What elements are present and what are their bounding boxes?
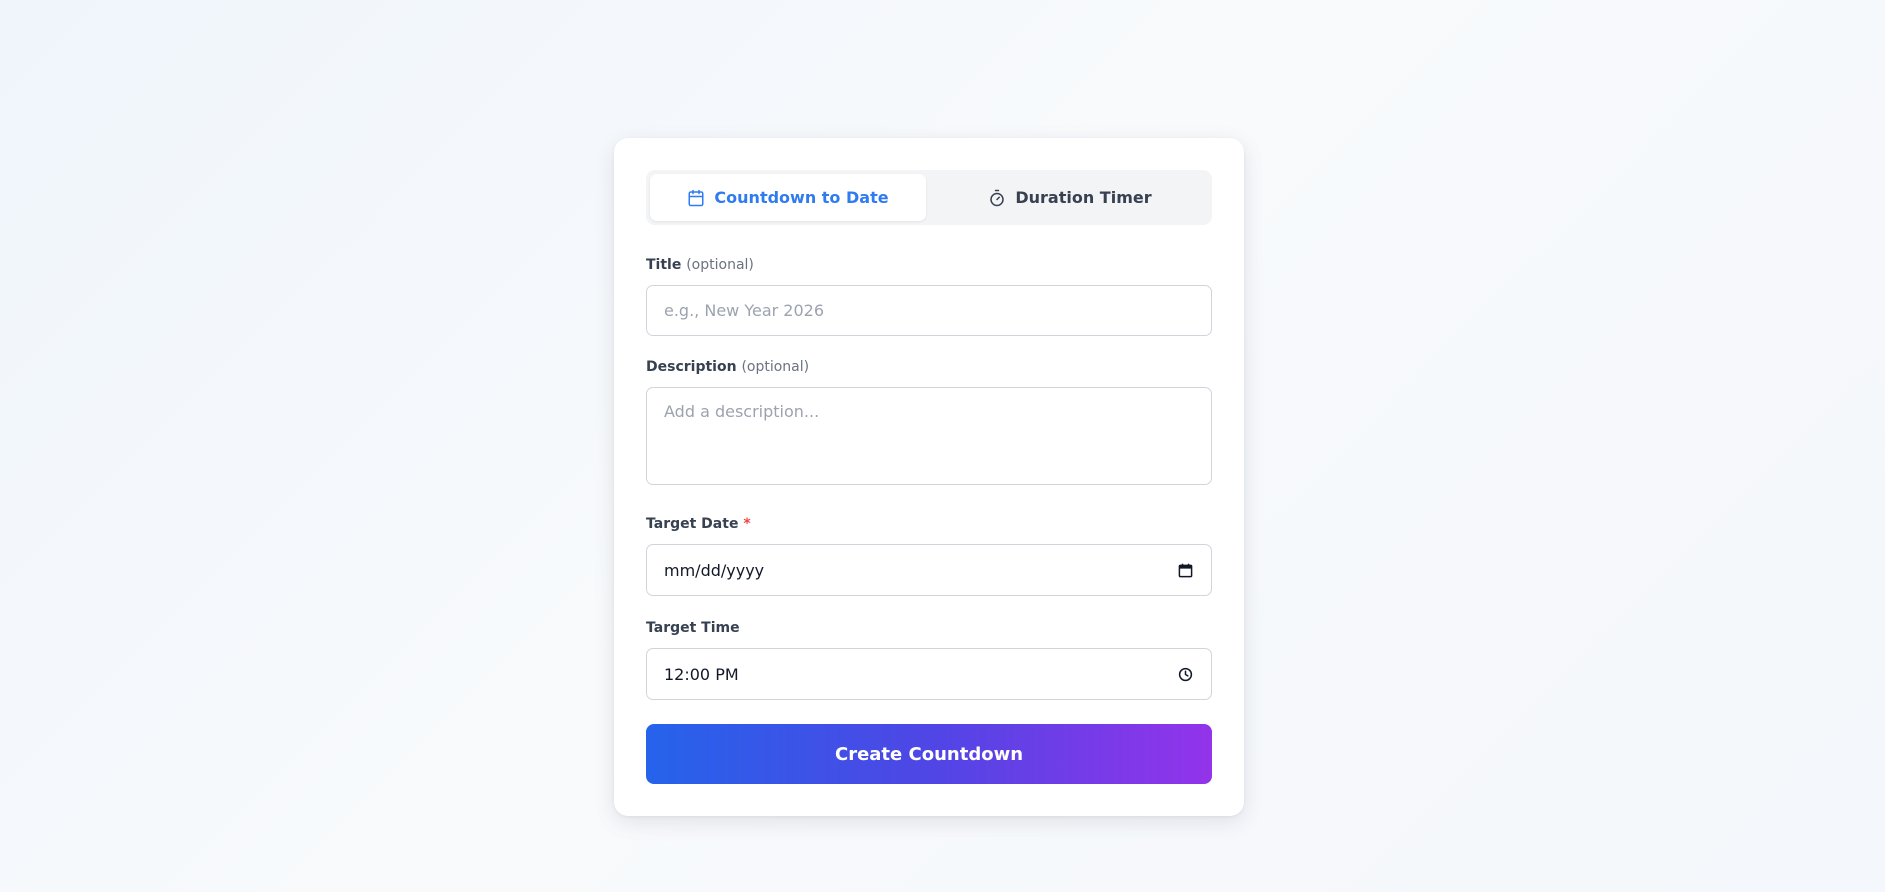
title-label: Title (optional): [646, 257, 754, 273]
stopwatch-icon: [988, 189, 1006, 207]
tab-label: Countdown to Date: [714, 188, 889, 207]
optional-hint: (optional): [741, 359, 810, 375]
target-date-label: Target Date *: [646, 516, 751, 532]
tab-countdown-to-date[interactable]: Countdown to Date: [650, 174, 926, 221]
title-input[interactable]: [646, 285, 1212, 336]
optional-hint: (optional): [686, 257, 754, 273]
required-marker: *: [743, 516, 751, 532]
target-time-label: Target Time: [646, 620, 740, 636]
time-value: 12:00 PM: [664, 664, 739, 684]
calendar-icon: [687, 189, 705, 207]
clock-icon[interactable]: [1178, 667, 1193, 682]
calendar-icon[interactable]: [1178, 563, 1193, 578]
tab-label: Duration Timer: [1015, 188, 1152, 207]
description-textarea[interactable]: [646, 387, 1212, 485]
create-countdown-button[interactable]: Create Countdown: [646, 724, 1212, 784]
mode-tabs: Countdown to Date Duration Timer: [646, 170, 1212, 225]
target-time-label-text: Target Time: [646, 620, 740, 636]
date-value: mm/dd/yyyy: [664, 560, 765, 580]
target-date-input[interactable]: mm/dd/yyyy: [646, 544, 1212, 596]
tab-duration-timer[interactable]: Duration Timer: [932, 174, 1208, 221]
description-label-text: Description: [646, 359, 737, 375]
title-label-text: Title: [646, 257, 682, 273]
description-label: Description (optional): [646, 359, 809, 375]
target-time-input[interactable]: 12:00 PM: [646, 648, 1212, 700]
target-date-label-text: Target Date: [646, 516, 739, 532]
countdown-form-card: Countdown to Date Duration Timer Title (…: [614, 138, 1244, 816]
